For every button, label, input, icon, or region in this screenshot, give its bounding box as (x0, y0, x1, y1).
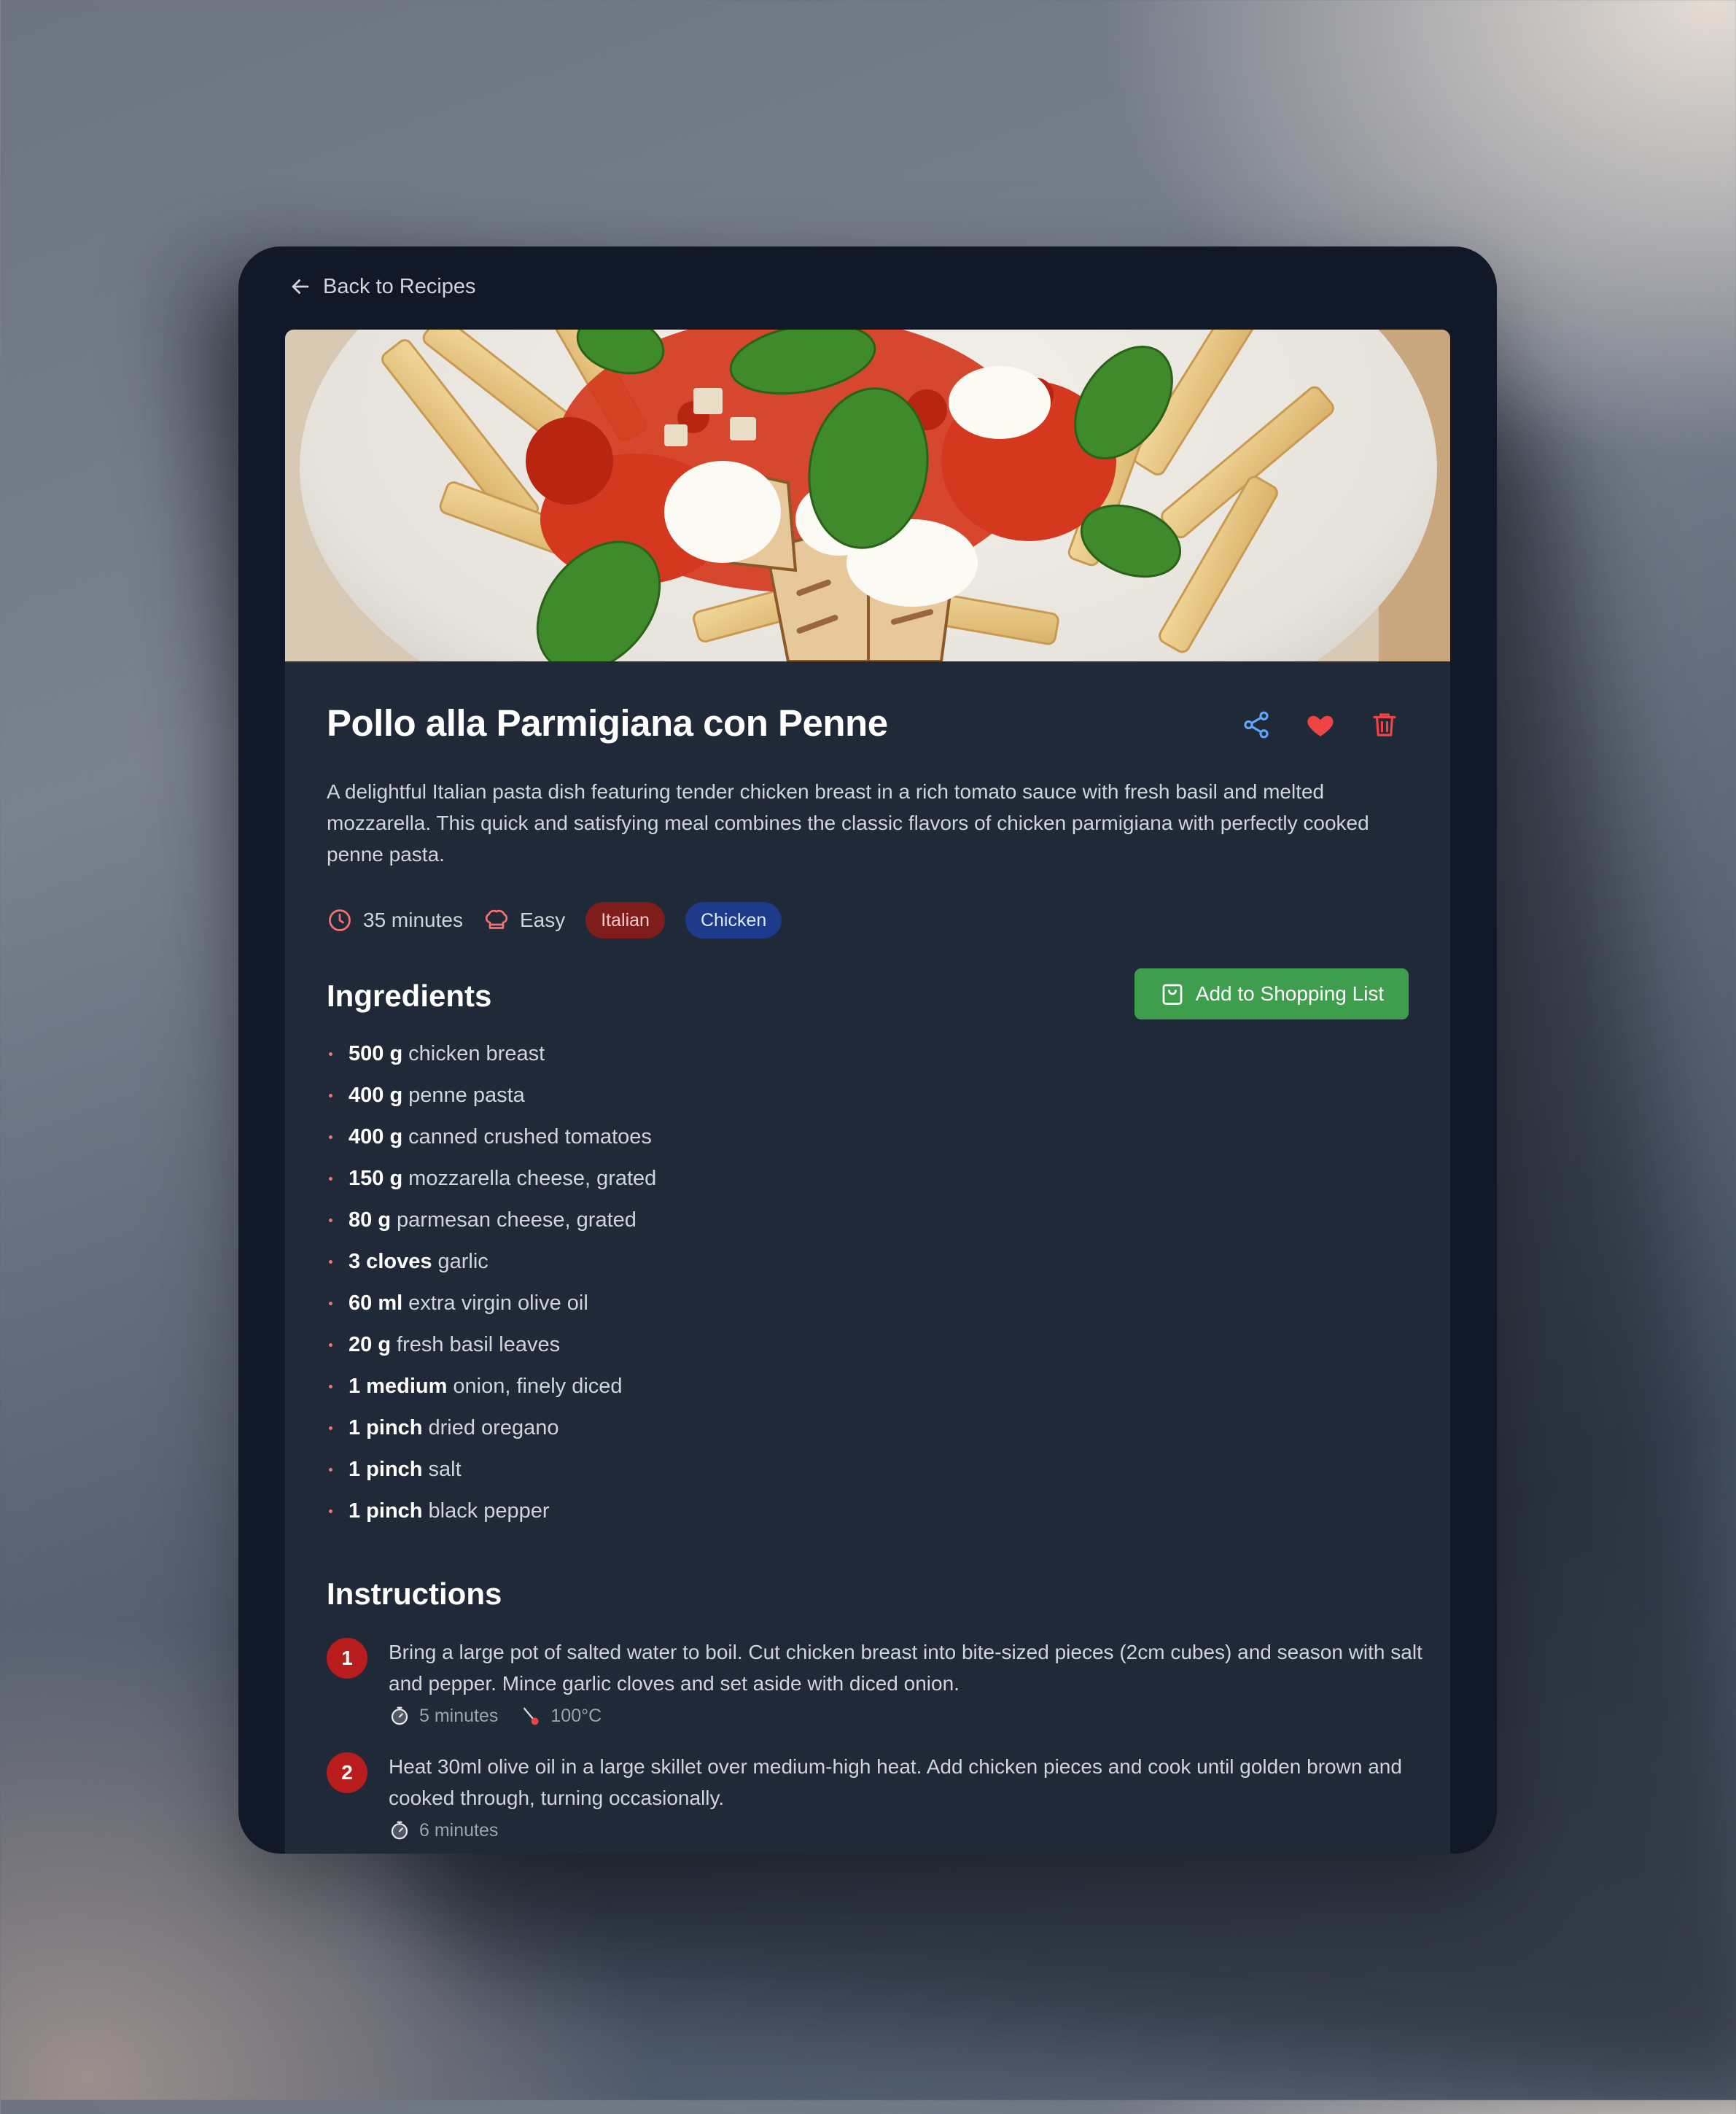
step-time-label: 6 minutes (419, 1819, 499, 1841)
ingredient-name: onion, finely diced (453, 1375, 623, 1398)
cook-time-label: 35 minutes (363, 909, 463, 931)
recipe-actions (1240, 709, 1401, 741)
add-to-shopping-list-button[interactable]: Add to Shopping List (1134, 968, 1409, 1019)
bullet (329, 1135, 332, 1139)
ingredient-quantity: 400 g (349, 1084, 403, 1107)
ingredient-quantity: 400 g (349, 1125, 403, 1149)
difficulty: Easy (483, 907, 565, 933)
share-button[interactable] (1240, 709, 1272, 741)
ingredient-quantity: 500 g (349, 1042, 403, 1065)
step-time-label: 5 minutes (419, 1705, 499, 1726)
step-temperature: 100°C (520, 1705, 602, 1727)
recipe-hero-image (285, 330, 1450, 661)
step-temperature-label: 100°C (550, 1705, 602, 1726)
recipe-title: Pollo alla Parmigiana con Penne (327, 702, 888, 744)
step-text: Heat 30ml olive oil in a large skillet o… (389, 1755, 1402, 1809)
ingredient-list: 500 g chicken breast 400 g penne pasta 400… (327, 1033, 656, 1532)
ingredients-heading: Ingredients (327, 979, 492, 1013)
tag-italian[interactable]: Italian (585, 902, 665, 939)
bullet (329, 1260, 332, 1264)
ingredient-name: garlic (437, 1250, 489, 1273)
recipe-description: A delightful Italian pasta dish featurin… (327, 780, 1369, 866)
step-meta: 5 minutes 100°C (389, 1705, 623, 1727)
step-time: 6 minutes (389, 1819, 498, 1841)
ingredient-quantity: 80 g (349, 1208, 392, 1232)
ingredient-name: canned crushed tomatoes (408, 1125, 652, 1149)
ingredient-quantity: 1 pinch (349, 1458, 423, 1481)
clock-icon (329, 909, 351, 931)
step-number: 2 (327, 1752, 367, 1793)
list-item: 20 g fresh basil leaves (327, 1324, 656, 1366)
ingredient-quantity: 3 cloves (349, 1250, 432, 1273)
list-item: 1 pinch black pepper (327, 1491, 656, 1532)
shopping-bag-icon (1162, 984, 1183, 1005)
bullet (329, 1052, 332, 1056)
thermometer-icon (523, 1707, 540, 1725)
ingredient-quantity: 20 g (349, 1333, 392, 1356)
step-time: 5 minutes (389, 1705, 498, 1727)
bullet (329, 1385, 332, 1388)
ingredient-name: penne pasta (408, 1084, 525, 1107)
ingredient-quantity: 1 pinch (349, 1499, 423, 1523)
back-label: Back to Recipes (323, 274, 476, 298)
list-item: 150 g mozzarella cheese, grated (327, 1158, 656, 1200)
ingredient-name: black pepper (428, 1499, 550, 1523)
list-item: 400 g canned crushed tomatoes (327, 1116, 656, 1158)
bullet (329, 1177, 332, 1181)
bullet (329, 1094, 332, 1097)
step-meta: 6 minutes (389, 1819, 520, 1841)
bullet (329, 1219, 332, 1222)
trash-icon (1373, 713, 1396, 737)
bullet (329, 1302, 332, 1305)
bullet (329, 1468, 332, 1472)
list-item: 80 g parmesan cheese, grated (327, 1200, 656, 1241)
ingredient-name: salt (428, 1458, 462, 1481)
favorite-button[interactable] (1304, 709, 1336, 741)
tablet-frame: Back to Recipes Pollo alla Parmigiana co… (238, 246, 1497, 1854)
cook-time: 35 minutes (327, 907, 463, 933)
bullet (329, 1426, 332, 1430)
step-text: Bring a large pot of salted water to boi… (389, 1641, 1422, 1695)
stopwatch-icon (391, 1706, 408, 1725)
list-item: 1 pinch salt (327, 1449, 656, 1491)
ingredient-name: dried oregano (428, 1416, 559, 1439)
recipe-meta: 35 minutes Easy Italian Chicken (327, 901, 802, 939)
difficulty-label: Easy (519, 909, 566, 931)
share-icon (1244, 711, 1269, 739)
list-item: 500 g chicken breast (327, 1033, 656, 1075)
list-item: 1 pinch dried oregano (327, 1407, 656, 1449)
tag-chicken[interactable]: Chicken (685, 902, 782, 939)
chef-hat-icon (485, 909, 508, 929)
ingredient-quantity: 1 pinch (349, 1416, 423, 1439)
ingredient-name: chicken breast (408, 1042, 545, 1065)
ingredient-name: fresh basil leaves (397, 1333, 561, 1356)
recipe-panel: Pollo alla Parmigiana con Penne A deligh… (285, 330, 1450, 1854)
stopwatch-icon (391, 1821, 408, 1840)
ingredient-quantity: 1 medium (349, 1375, 448, 1398)
ingredient-name: mozzarella cheese, grated (408, 1167, 657, 1190)
bullet (329, 1509, 332, 1513)
shopping-button-label: Add to Shopping List (1195, 982, 1385, 1005)
heart-icon (1307, 715, 1334, 737)
step-number: 1 (327, 1638, 367, 1679)
ingredient-name: extra virgin olive oil (408, 1291, 588, 1315)
list-item: 60 ml extra virgin olive oil (327, 1283, 656, 1324)
instructions-heading: Instructions (327, 1577, 502, 1611)
list-item: 400 g penne pasta (327, 1075, 656, 1116)
ingredient-quantity: 60 ml (349, 1291, 403, 1315)
delete-button[interactable] (1369, 709, 1401, 741)
list-item: 1 medium onion, finely diced (327, 1366, 656, 1407)
back-to-recipes-link[interactable]: Back to Recipes (288, 271, 476, 303)
bullet (329, 1343, 332, 1347)
list-item: 3 cloves garlic (327, 1241, 656, 1283)
ingredient-name: parmesan cheese, grated (397, 1208, 637, 1232)
ingredient-quantity: 150 g (349, 1167, 403, 1190)
arrow-left-icon (292, 279, 309, 294)
